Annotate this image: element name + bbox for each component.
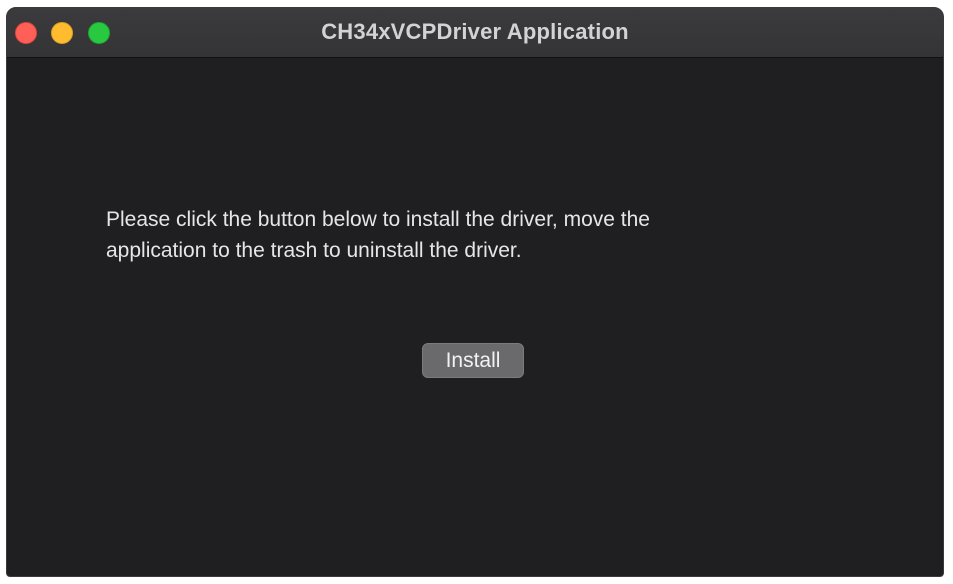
instruction-message: Please click the button below to install… [106, 204, 806, 266]
message-line-2: application to the trash to uninstall th… [106, 239, 522, 262]
app-window: CH34xVCPDriver Application Please click … [6, 7, 944, 577]
title-bar[interactable]: CH34xVCPDriver Application [7, 8, 943, 58]
message-line-1: Please click the button below to install… [106, 208, 650, 231]
install-button[interactable]: Install [422, 343, 524, 378]
window-title: CH34xVCPDriver Application [321, 19, 629, 44]
